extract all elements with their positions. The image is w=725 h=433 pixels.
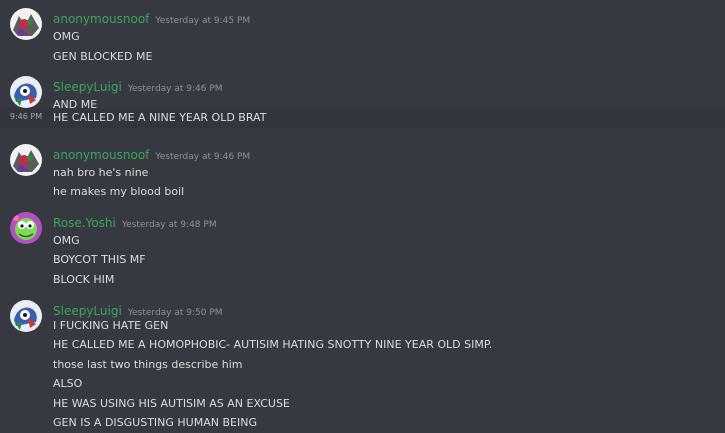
timestamp[interactable]: Yesterday at 9:45 PM — [155, 16, 250, 26]
message-text: nah bro he's nine — [53, 166, 149, 179]
message-text: HE CALLED ME A HOMOPHOBIC- AUTISIM HATIN… — [53, 338, 493, 351]
timestamp[interactable]: Yesterday at 9:48 PM — [122, 220, 217, 230]
message-line[interactable]: HE CALLED ME A HOMOPHOBIC- AUTISIM HATIN… — [0, 335, 725, 355]
message-text: I FUCKING HATE GEN — [53, 319, 169, 332]
message-header: anonymousnoof Yesterday at 9:46 PM — [53, 144, 250, 162]
message-header: SleepyLuigi Yesterday at 9:46 PM — [53, 76, 223, 94]
message-line[interactable]: he makes my blood boil — [0, 182, 725, 202]
chat-messages: anonymousnoof Yesterday at 9:45 PM OMG GE… — [0, 0, 725, 431]
username[interactable]: anonymousnoof — [53, 12, 149, 26]
message-line[interactable]: those last two things describe him — [0, 355, 725, 375]
message-line[interactable]: GEN IS A DISGUSTING HUMAN BEING — [0, 413, 725, 433]
username[interactable]: SleepyLuigi — [53, 80, 122, 94]
message-header: Rose.Yoshi Yesterday at 9:48 PM — [53, 212, 217, 230]
message-text: ALSO — [53, 377, 83, 390]
message-line[interactable]: OMG — [0, 27, 725, 47]
message-line[interactable]: BOYCOT THIS MF — [0, 250, 725, 270]
timestamp[interactable]: Yesterday at 9:46 PM — [128, 84, 223, 94]
message-text: those last two things describe him — [53, 358, 243, 371]
username[interactable]: anonymousnoof — [53, 148, 149, 162]
timestamp[interactable]: Yesterday at 9:46 PM — [155, 152, 250, 162]
message-line[interactable]: ALSO — [0, 374, 725, 394]
message-text: BOYCOT THIS MF — [53, 253, 146, 266]
message-header: anonymousnoof Yesterday at 9:45 PM — [53, 8, 250, 26]
message-line[interactable]: OMG — [0, 231, 725, 251]
message-text: HE WAS USING HIS AUTISIM AS AN EXCUSE — [53, 397, 290, 410]
message-text: OMG — [53, 30, 80, 43]
message-text: OMG — [53, 234, 80, 247]
message-text: GEN IS A DISGUSTING HUMAN BEING — [53, 416, 257, 429]
message-text: he makes my blood boil — [53, 185, 185, 198]
message-text: GEN BLOCKED ME — [53, 50, 153, 63]
message-text: BLOCK HIM — [53, 273, 115, 286]
message-line[interactable]: HE WAS USING HIS AUTISIM AS AN EXCUSE — [0, 394, 725, 414]
message-line[interactable]: BLOCK HIM — [0, 270, 725, 290]
message-line[interactable]: GEN BLOCKED ME — [0, 47, 725, 67]
message-line[interactable]: nah bro he's nine — [0, 163, 725, 183]
message-line-hovered[interactable]: 9:46 PM HE CALLED ME A NINE YEAR OLD BRA… — [0, 108, 725, 128]
message-line[interactable]: I FUCKING HATE GEN — [0, 316, 725, 336]
message-text: HE CALLED ME A NINE YEAR OLD BRAT — [53, 111, 267, 124]
username[interactable]: Rose.Yoshi — [53, 216, 116, 230]
hover-timestamp[interactable]: 9:46 PM — [0, 112, 52, 121]
